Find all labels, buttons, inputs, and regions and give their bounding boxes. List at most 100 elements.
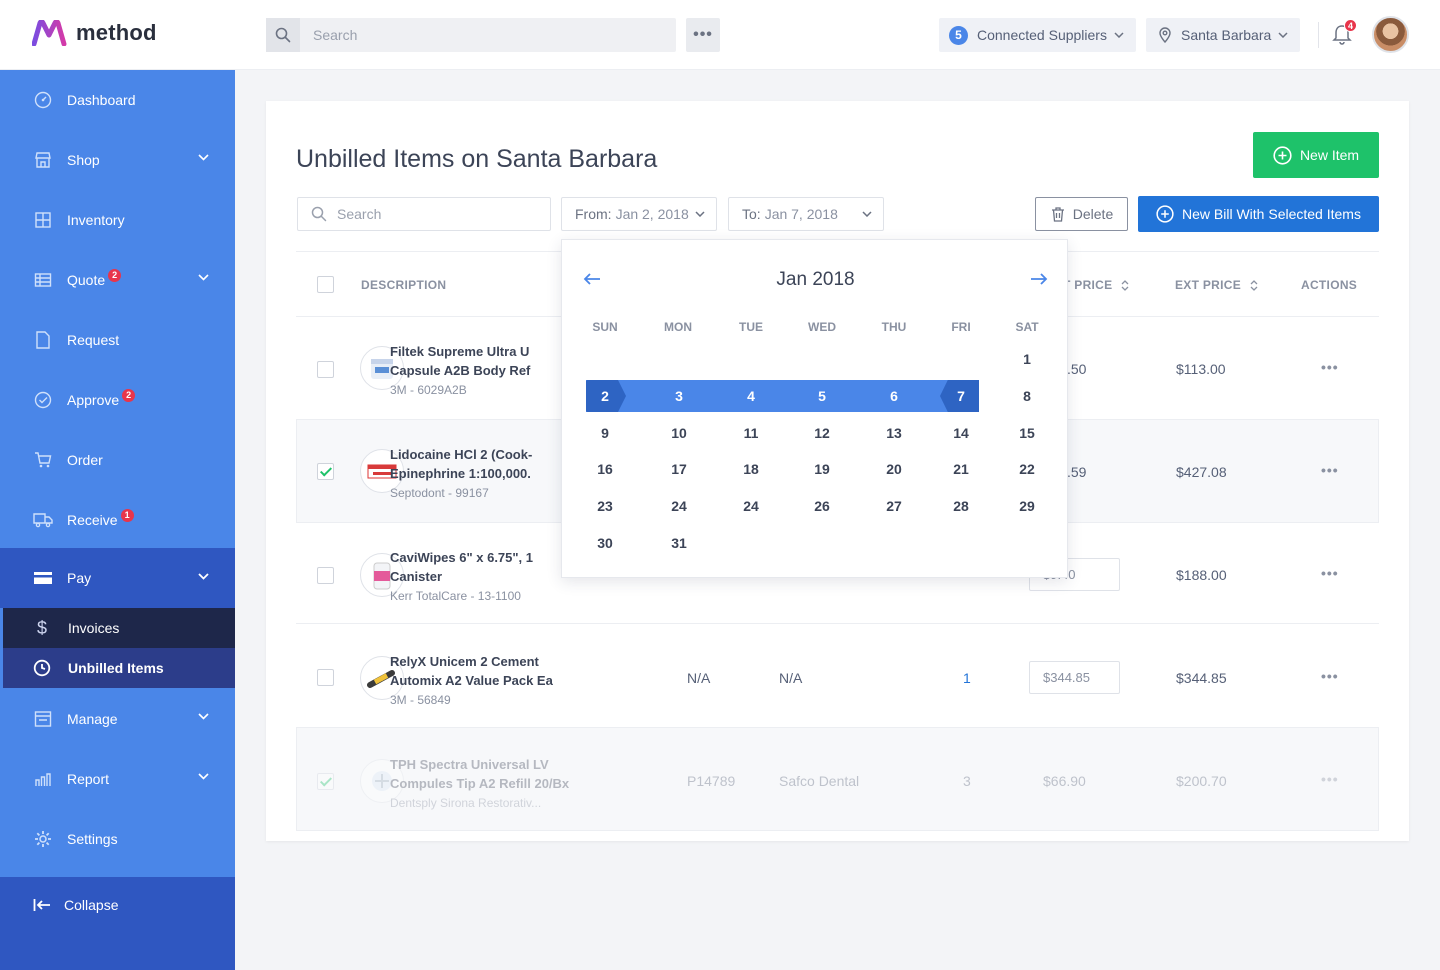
th-ext-price[interactable]: EXT PRICE bbox=[1175, 278, 1258, 292]
sidebar-item-quote[interactable]: Quote 2 bbox=[0, 250, 235, 310]
calendar-day[interactable]: 26 bbox=[802, 498, 842, 514]
product-name-line: Filtek Supreme Ultra U bbox=[390, 344, 530, 359]
logo[interactable]: method bbox=[32, 20, 157, 46]
calendar-day[interactable]: 21 bbox=[941, 461, 981, 477]
location-dropdown[interactable]: Santa Barbara bbox=[1146, 18, 1300, 52]
product-name[interactable]: CaviWipes 6" x 6.75", 1 Canister bbox=[390, 548, 590, 586]
user-avatar[interactable] bbox=[1372, 16, 1409, 53]
approve-badge: 2 bbox=[122, 388, 136, 402]
new-item-label: New Item bbox=[1299, 147, 1360, 163]
global-search[interactable] bbox=[266, 18, 676, 52]
sidebar-item-receive[interactable]: Receive 1 bbox=[0, 490, 235, 550]
sidebar-item-dashboard[interactable]: Dashboard bbox=[0, 70, 235, 130]
product-name[interactable]: Filtek Supreme Ultra U Capsule A2B Body … bbox=[390, 342, 590, 380]
row-actions-button[interactable]: ••• bbox=[1321, 359, 1339, 375]
report-icon bbox=[33, 769, 53, 789]
calendar-day[interactable]: 10 bbox=[659, 425, 699, 441]
sidebar-item-manage[interactable]: Manage bbox=[0, 689, 235, 749]
calendar-day[interactable]: 20 bbox=[874, 461, 914, 477]
quantity[interactable]: 3 bbox=[963, 773, 971, 789]
chevron-down-icon bbox=[198, 573, 209, 580]
calendar-day[interactable]: 7 bbox=[941, 388, 981, 404]
calendar-day[interactable]: 4 bbox=[731, 388, 771, 404]
calendar-day[interactable]: 14 bbox=[941, 425, 981, 441]
delete-button[interactable]: Delete bbox=[1035, 197, 1128, 231]
calendar-day[interactable]: 16 bbox=[585, 461, 625, 477]
cart-icon bbox=[33, 450, 53, 470]
global-search-input[interactable] bbox=[300, 18, 660, 52]
date-to-dropdown[interactable]: To: Jan 7, 2018 bbox=[728, 197, 884, 231]
arrow-right-icon[interactable] bbox=[1030, 272, 1048, 286]
sidebar-item-inventory[interactable]: Inventory bbox=[0, 190, 235, 250]
calendar-day[interactable]: 22 bbox=[1007, 461, 1047, 477]
table-search[interactable] bbox=[297, 197, 551, 231]
calendar-day[interactable]: 24 bbox=[731, 498, 771, 514]
date-from-value: Jan 2, 2018 bbox=[615, 206, 689, 222]
row-actions-button[interactable]: ••• bbox=[1321, 771, 1339, 787]
calendar-day[interactable]: 24 bbox=[659, 498, 699, 514]
new-bill-button[interactable]: New Bill With Selected Items bbox=[1138, 196, 1379, 232]
row-checkbox[interactable] bbox=[317, 361, 334, 378]
sidebar-subitem-invoices[interactable]: $ Invoices bbox=[3, 608, 235, 648]
product-name[interactable]: TPH Spectra Universal LV Compules Tip A2… bbox=[390, 755, 590, 793]
calendar-day[interactable]: 28 bbox=[941, 498, 981, 514]
sidebar-item-label: Request bbox=[67, 332, 120, 348]
sidebar-item-pay[interactable]: Pay bbox=[0, 548, 235, 608]
sidebar-item-report[interactable]: Report bbox=[0, 749, 235, 809]
sidebar-item-order[interactable]: Order bbox=[0, 430, 235, 490]
calendar-day[interactable]: 17 bbox=[659, 461, 699, 477]
row-checkbox[interactable] bbox=[317, 669, 334, 686]
unit-price-input[interactable]: $344.85 bbox=[1029, 661, 1120, 694]
calendar-day[interactable]: 31 bbox=[659, 535, 699, 551]
calendar-day[interactable]: 12 bbox=[802, 425, 842, 441]
quantity[interactable]: 1 bbox=[963, 670, 971, 686]
sidebar-item-label: Shop bbox=[67, 152, 100, 168]
calendar-day[interactable]: 29 bbox=[1007, 498, 1047, 514]
sidebar-item-settings[interactable]: Settings bbox=[0, 809, 235, 869]
calendar-day[interactable]: 1 bbox=[1007, 351, 1047, 367]
calendar-day[interactable]: 15 bbox=[1007, 425, 1047, 441]
th-description[interactable]: DESCRIPTION bbox=[361, 278, 446, 292]
row-actions-button[interactable]: ••• bbox=[1321, 462, 1339, 478]
page-title: Unbilled Items on Santa Barbara bbox=[296, 145, 658, 173]
product-sku: Dentsply Sirona Restorativ... bbox=[390, 796, 542, 810]
row-actions-button[interactable]: ••• bbox=[1321, 565, 1339, 581]
sidebar-item-shop[interactable]: Shop bbox=[0, 130, 235, 190]
select-all-checkbox[interactable] bbox=[317, 276, 334, 293]
table-search-input[interactable] bbox=[327, 206, 527, 222]
connected-suppliers-dropdown[interactable]: 5 Connected Suppliers bbox=[939, 18, 1136, 52]
product-name[interactable]: RelyX Unicem 2 Cement Automix A2 Value P… bbox=[390, 652, 590, 690]
unit-price: .50 bbox=[1067, 361, 1087, 377]
date-from-dropdown[interactable]: From: Jan 2, 2018 bbox=[561, 197, 717, 231]
calendar-day[interactable]: 23 bbox=[585, 498, 625, 514]
row-checkbox[interactable] bbox=[317, 463, 334, 480]
product-name[interactable]: Lidocaine HCl 2 (Cook- Epinephrine 1:100… bbox=[390, 445, 590, 483]
th-unit-price[interactable]: T PRICE bbox=[1063, 278, 1129, 292]
calendar-day[interactable]: 6 bbox=[874, 388, 914, 404]
calendar-day[interactable]: 9 bbox=[585, 425, 625, 441]
collapse-arrow-icon bbox=[33, 899, 50, 911]
sidebar-item-approve[interactable]: Approve 2 bbox=[0, 370, 235, 430]
calendar-day[interactable]: 13 bbox=[874, 425, 914, 441]
row-actions-button[interactable]: ••• bbox=[1321, 668, 1339, 684]
truck-icon bbox=[33, 510, 53, 530]
sidebar-item-request[interactable]: Request bbox=[0, 310, 235, 370]
row-checkbox[interactable] bbox=[317, 567, 334, 584]
calendar-day[interactable]: 5 bbox=[802, 388, 842, 404]
calendar-day[interactable]: 30 bbox=[585, 535, 625, 551]
row-checkbox[interactable] bbox=[317, 773, 334, 790]
calendar-day[interactable]: 3 bbox=[659, 388, 699, 404]
th-actions: ACTIONS bbox=[1301, 278, 1358, 292]
calendar-day[interactable]: 27 bbox=[874, 498, 914, 514]
plus-circle-icon bbox=[1156, 205, 1174, 223]
sidebar-subitem-unbilled-items[interactable]: Unbilled Items bbox=[3, 648, 235, 688]
calendar-day[interactable]: 19 bbox=[802, 461, 842, 477]
calendar-day[interactable]: 2 bbox=[585, 388, 625, 404]
more-options-button[interactable]: ••• bbox=[686, 18, 720, 52]
calendar-day[interactable]: 18 bbox=[731, 461, 771, 477]
search-icon[interactable] bbox=[266, 18, 300, 52]
calendar-day[interactable]: 8 bbox=[1007, 388, 1047, 404]
collapse-button[interactable]: Collapse bbox=[33, 897, 118, 913]
calendar-day[interactable]: 11 bbox=[731, 425, 771, 441]
new-item-button[interactable]: New Item bbox=[1253, 132, 1379, 178]
